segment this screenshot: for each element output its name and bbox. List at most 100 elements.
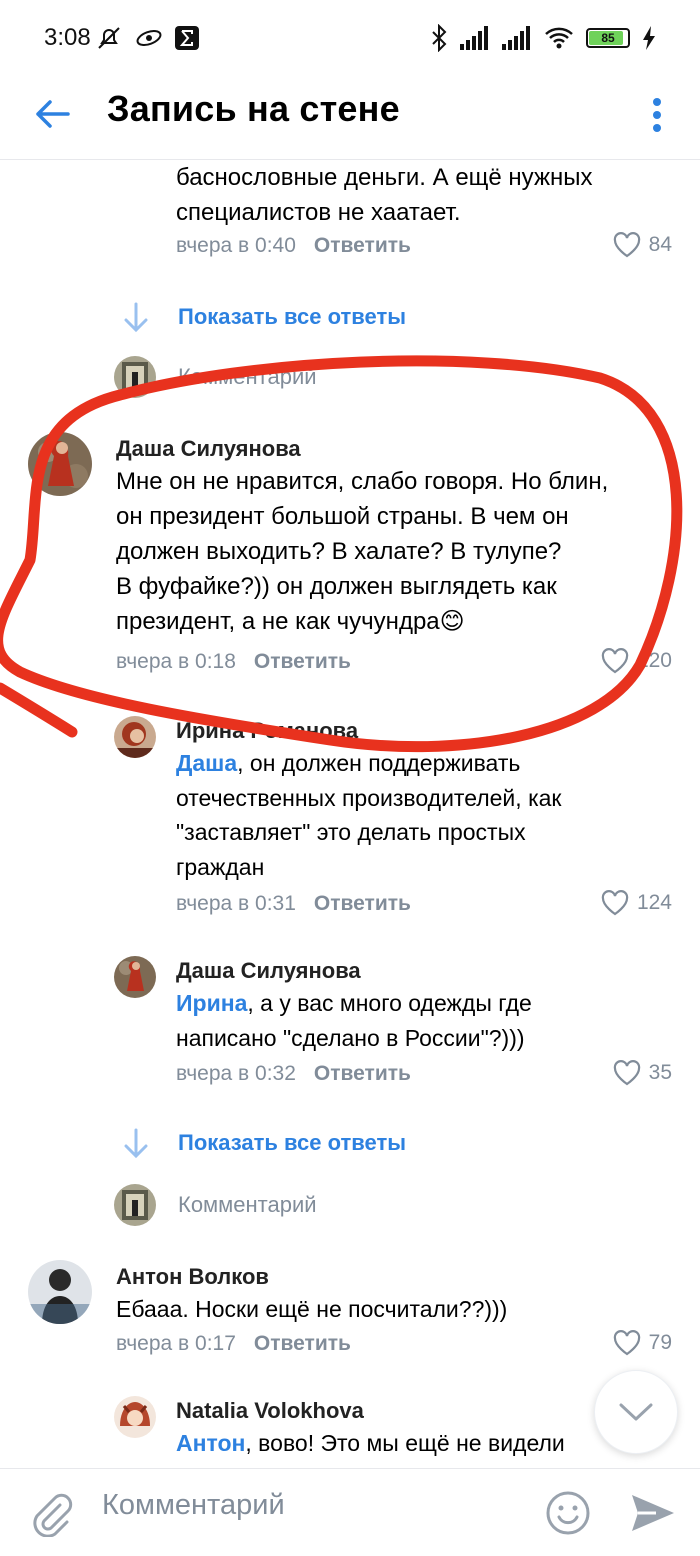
like-count: 124 — [636, 891, 672, 914]
comment-text-line: специалистов не хаатает. — [176, 199, 461, 226]
comment-text: Ебааа. Носки ещё не посчитали??))) — [116, 1292, 507, 1327]
mute-icon — [98, 27, 120, 49]
comment-meta: вчера в 0:18 Ответить — [116, 650, 351, 674]
scroll-down-button[interactable] — [594, 1370, 678, 1454]
battery-icon: 85 — [586, 28, 630, 48]
back-button[interactable] — [30, 92, 74, 136]
reply-button[interactable]: Ответить — [254, 650, 351, 673]
avatar — [114, 356, 156, 398]
comment-author[interactable]: Даша Силуянова — [116, 436, 301, 462]
comment-meta: вчера в 0:31 Ответить — [176, 892, 411, 916]
battery-level: 85 — [601, 31, 615, 45]
comment-item: Даша Силуянова Мне он не нравится, слабо… — [0, 430, 700, 690]
comment-item: Даша Силуянова Ирина, а у вас много одеж… — [0, 954, 700, 1094]
reply-button[interactable]: Ответить — [314, 892, 411, 915]
comment-text-line: написано "сделано в России"?))) — [176, 1024, 525, 1051]
like-count: 120 — [636, 649, 672, 672]
more-vertical-icon — [653, 98, 661, 132]
heart-icon — [613, 232, 640, 258]
reply-comment-field[interactable]: Комментарий — [0, 356, 700, 406]
heart-icon — [613, 1060, 640, 1086]
avatar — [114, 1184, 156, 1226]
heart-icon — [613, 1330, 640, 1356]
comment-text-line: отечественных производителей, как — [176, 784, 562, 811]
comment-text-line: , а у вас много одежды где — [247, 990, 532, 1016]
comment-text-line: баснословные деньги. А ещё нужных — [176, 164, 593, 191]
like-button[interactable]: 84 — [613, 232, 672, 258]
comment-text: Мне он не нравится, слабо говоря. Но бли… — [116, 464, 608, 639]
avatar[interactable] — [114, 716, 156, 758]
like-button[interactable]: 35 — [613, 1060, 672, 1086]
comment-author[interactable]: Ирина Романова — [176, 718, 358, 744]
like-count: 79 — [648, 1331, 672, 1354]
comment-text: Ирина, а у вас много одежды где написано… — [176, 986, 532, 1055]
more-options-button[interactable] — [642, 90, 672, 140]
avatar[interactable] — [114, 1396, 156, 1438]
show-all-replies-button[interactable]: Показать все ответы — [0, 1128, 700, 1168]
heart-icon — [601, 648, 629, 674]
reply-comment-field[interactable]: Комментарий — [0, 1184, 700, 1234]
app-header: Запись на стене — [0, 78, 700, 160]
send-icon[interactable] — [628, 1489, 678, 1537]
arrow-down-icon — [124, 302, 148, 333]
charging-icon — [643, 26, 655, 50]
comment-item: баснословные деньги. А ещё нужных специа… — [0, 160, 700, 280]
comment-text-line: В фуфайке?)) он должен выглядеть как — [116, 573, 557, 600]
comment-time: вчера в 0:31 — [176, 892, 296, 915]
comment-time: вчера в 0:18 — [116, 650, 236, 673]
comment-text: Даша, он должен поддерживать отечественн… — [176, 746, 562, 884]
reply-placeholder: Комментарий — [178, 1192, 317, 1217]
reply-button[interactable]: Ответить — [314, 234, 411, 257]
reply-placeholder: Комментарий — [178, 364, 317, 389]
comment-time: вчера в 0:32 — [176, 1062, 296, 1085]
like-button[interactable]: 120 — [601, 648, 672, 674]
comment-meta: вчера в 0:40 Ответить — [176, 234, 411, 258]
reply-button[interactable]: Ответить — [254, 1332, 351, 1355]
comment-item: Антон Волков Ебааа. Носки ещё не посчита… — [0, 1258, 700, 1368]
like-button[interactable]: 124 — [601, 890, 672, 916]
status-time: 3:08 — [44, 24, 91, 51]
comment-text-line: "заставляет" это делать простых — [176, 819, 526, 845]
comment-author[interactable]: Natalia Volokhova — [176, 1398, 364, 1424]
comment-text-line: Мне он не нравится, слабо говоря. Но бли… — [116, 468, 609, 495]
vpn-icon — [136, 30, 162, 46]
show-all-replies-label: Показать все ответы — [178, 1130, 407, 1155]
sigma-icon — [175, 26, 199, 50]
page-title: Запись на стене — [107, 88, 400, 129]
comment-text-line: Ебааа. Носки ещё не посчитали??))) — [116, 1296, 508, 1322]
comment-meta: вчера в 0:32 Ответить — [176, 1062, 411, 1086]
smile-icon[interactable] — [544, 1489, 592, 1537]
avatar[interactable] — [28, 432, 92, 496]
heart-icon — [601, 890, 629, 916]
comment-text-line: граждан — [176, 853, 265, 880]
comments-feed[interactable]: баснословные деньги. А ещё нужных специа… — [0, 160, 700, 1468]
comment-input[interactable]: Комментарий — [102, 1489, 285, 1522]
comment-author[interactable]: Антон Волков — [116, 1264, 269, 1290]
like-count: 84 — [648, 233, 672, 256]
show-all-replies-button[interactable]: Показать все ответы — [0, 302, 700, 342]
comment-text-line: , вово! Это мы ещё не видели — [245, 1430, 565, 1456]
comment-meta: вчера в 0:17 Ответить — [116, 1332, 351, 1356]
like-button[interactable]: 79 — [613, 1330, 672, 1356]
attach-icon[interactable] — [28, 1491, 74, 1537]
show-all-replies-label: Показать все ответы — [178, 304, 407, 329]
comment-text-line: , он должен поддерживать — [237, 750, 521, 776]
avatar[interactable] — [28, 1260, 92, 1324]
reply-button[interactable]: Ответить — [314, 1062, 411, 1085]
bluetooth-icon — [432, 24, 447, 52]
mention-link[interactable]: Даша — [176, 750, 237, 776]
mention-link[interactable]: Антон — [176, 1430, 245, 1456]
avatar[interactable] — [114, 956, 156, 998]
mention-link[interactable]: Ирина — [176, 990, 247, 1016]
comment-author[interactable]: Даша Силуянова — [176, 958, 361, 984]
comment-item: Ирина Романова Даша, он должен поддержив… — [0, 714, 700, 924]
arrow-left-icon — [36, 100, 70, 128]
comment-time: вчера в 0:40 — [176, 234, 296, 257]
comment-text: баснословные деньги. А ещё нужных специа… — [176, 160, 593, 230]
comment-time: вчера в 0:17 — [116, 1332, 236, 1355]
comment-text-line: он президент большой страны. В чем он — [116, 503, 569, 530]
wifi-icon — [545, 27, 573, 49]
smile-emoji: 😊 — [439, 608, 465, 635]
like-count: 35 — [648, 1061, 672, 1084]
signal-icon — [460, 26, 488, 50]
